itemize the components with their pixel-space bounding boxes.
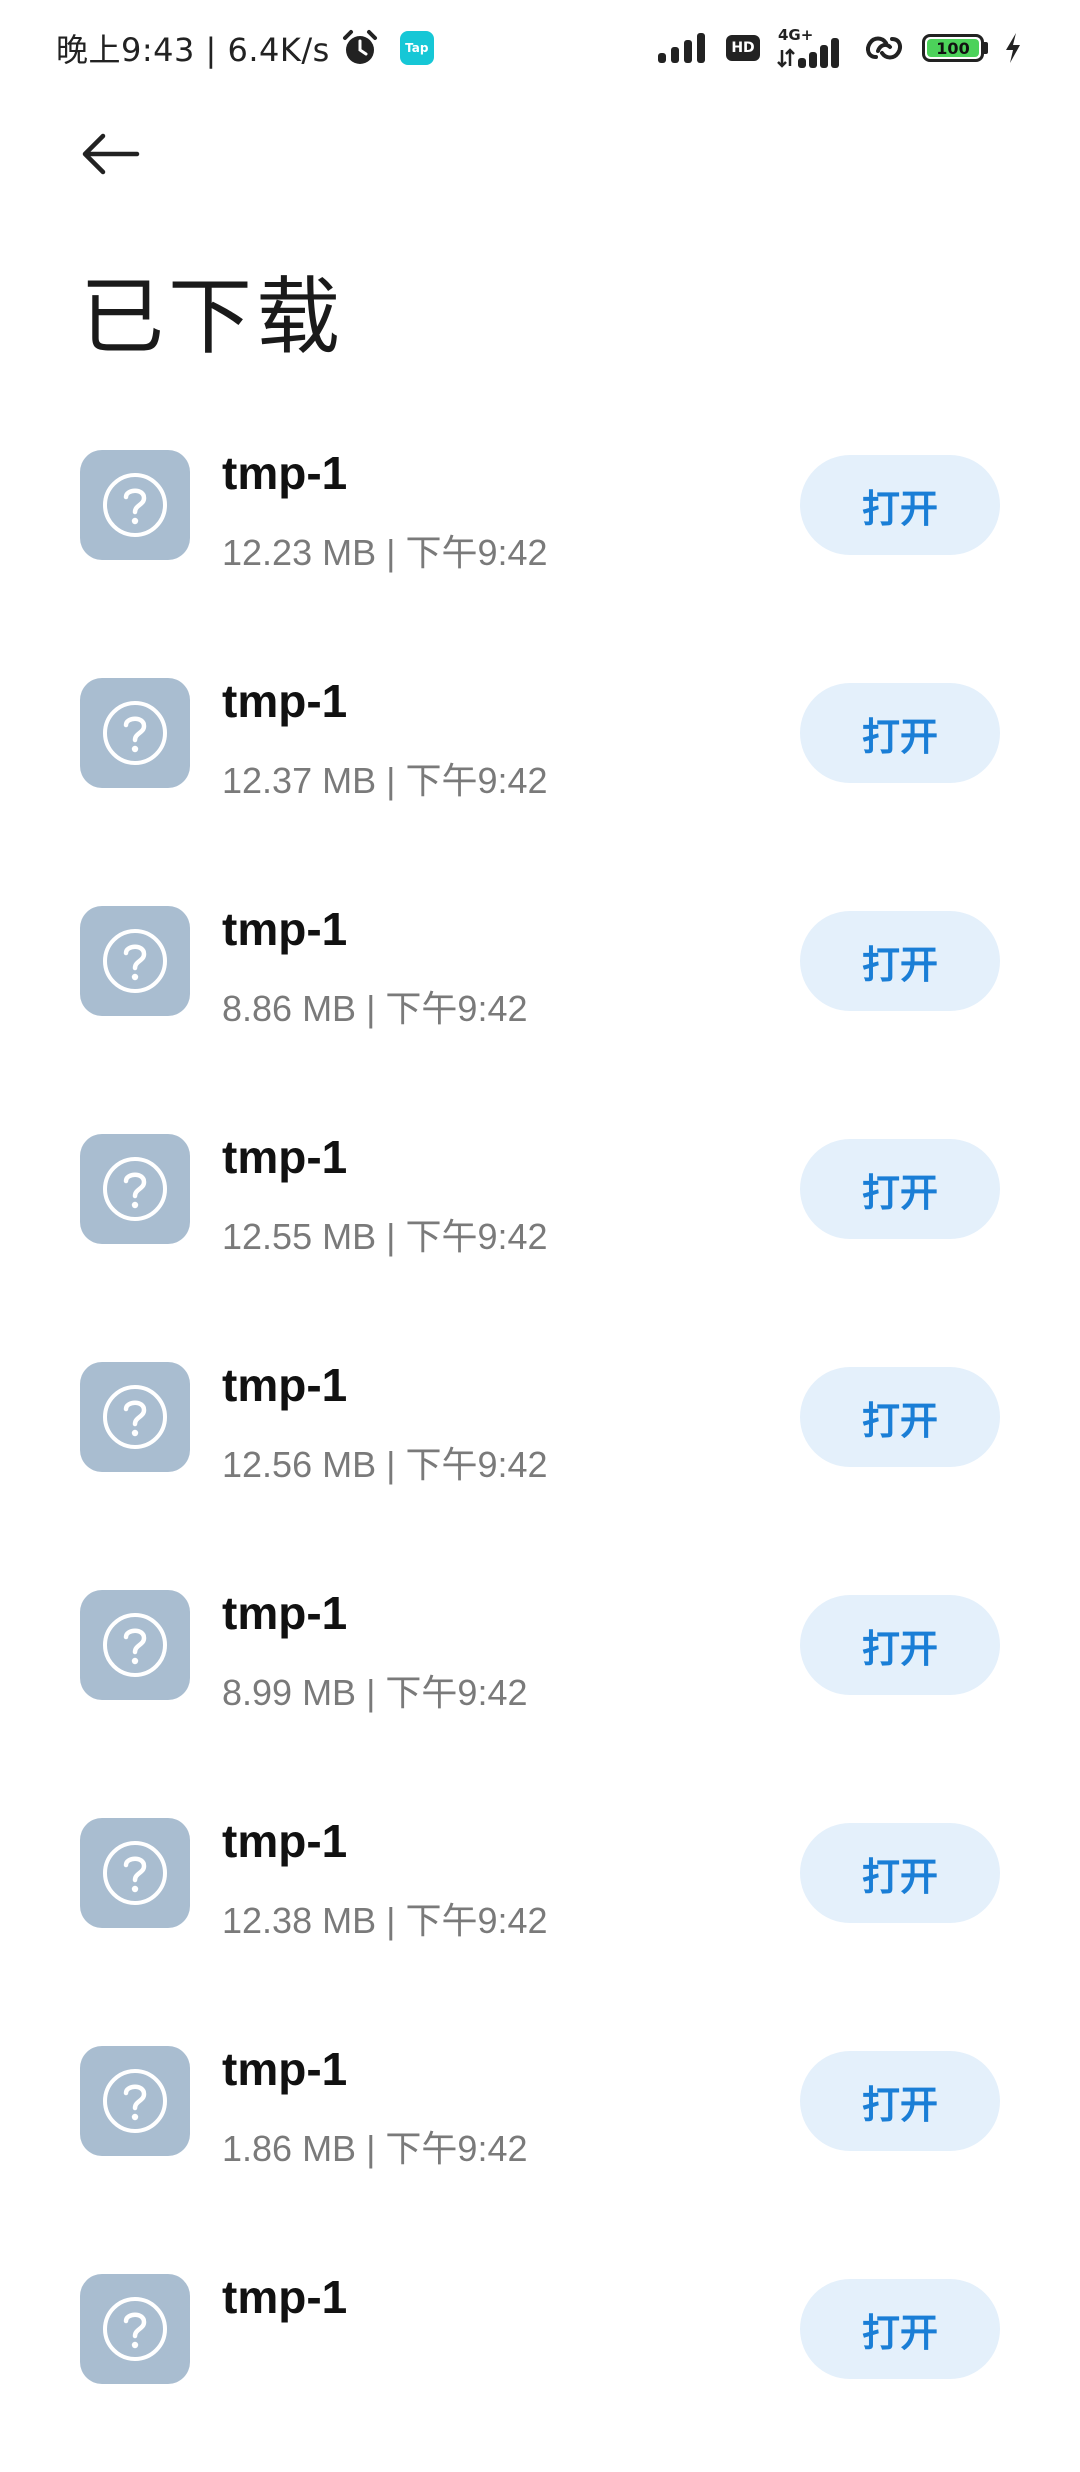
network-label: 4G+ bbox=[778, 26, 814, 44]
download-list: tmp-1 12.23 MB | 下午9:42 打开 tmp-1 12.37 M… bbox=[0, 420, 1080, 2472]
file-name: tmp-1 bbox=[222, 1587, 348, 1639]
file-name: tmp-1 bbox=[222, 1359, 348, 1411]
alarm-icon bbox=[340, 28, 380, 68]
back-arrow-icon bbox=[79, 132, 141, 180]
unknown-file-icon bbox=[80, 2274, 190, 2384]
file-name: tmp-1 bbox=[222, 1815, 348, 1867]
file-name: tmp-1 bbox=[222, 1131, 348, 1183]
list-item: tmp-1 8.99 MB | 下午9:42 打开 bbox=[0, 1560, 1080, 1788]
open-button[interactable]: 打开 bbox=[800, 2279, 1000, 2379]
list-item: tmp-1 8.86 MB | 下午9:42 打开 bbox=[0, 876, 1080, 1104]
open-button[interactable]: 打开 bbox=[800, 2051, 1000, 2151]
charging-bolt-icon bbox=[1002, 31, 1024, 65]
open-button[interactable]: 打开 bbox=[800, 1595, 1000, 1695]
back-button[interactable] bbox=[70, 120, 150, 192]
unknown-file-icon bbox=[80, 1590, 190, 1700]
open-button[interactable]: 打开 bbox=[800, 1367, 1000, 1467]
list-item: tmp-1 打开 bbox=[0, 2244, 1080, 2472]
tap-app-icon: Tap bbox=[399, 31, 434, 65]
unknown-file-icon bbox=[80, 1134, 190, 1244]
file-meta: 12.37 MB | 下午9:42 bbox=[222, 760, 548, 801]
open-button[interactable]: 打开 bbox=[800, 683, 1000, 783]
unknown-file-icon bbox=[80, 2046, 190, 2156]
list-item: tmp-1 12.23 MB | 下午9:42 打开 bbox=[0, 420, 1080, 648]
battery-level: 100 bbox=[927, 39, 979, 58]
file-meta: 12.38 MB | 下午9:42 bbox=[222, 1900, 548, 1941]
file-name: tmp-1 bbox=[222, 675, 348, 727]
status-time-speed: 晚上9:43 | 6.4K/s bbox=[56, 31, 330, 69]
list-item: tmp-1 12.56 MB | 下午9:42 打开 bbox=[0, 1332, 1080, 1560]
signal-icon bbox=[656, 31, 710, 65]
status-right: HD 4G+ 100 bbox=[656, 26, 1024, 70]
open-button[interactable]: 打开 bbox=[800, 455, 1000, 555]
open-button[interactable]: 打开 bbox=[800, 911, 1000, 1011]
list-item: tmp-1 12.37 MB | 下午9:42 打开 bbox=[0, 648, 1080, 876]
unknown-file-icon bbox=[80, 450, 190, 560]
status-left: 晚上9:43 | 6.4K/s Tap bbox=[56, 25, 434, 71]
file-name: tmp-1 bbox=[222, 2271, 348, 2323]
file-meta: 1.86 MB | 下午9:42 bbox=[222, 2128, 528, 2169]
open-button[interactable]: 打开 bbox=[800, 1823, 1000, 1923]
file-name: tmp-1 bbox=[222, 447, 348, 499]
file-meta: 12.55 MB | 下午9:42 bbox=[222, 1216, 548, 1257]
file-meta: 12.23 MB | 下午9:42 bbox=[222, 532, 548, 573]
file-name: tmp-1 bbox=[222, 2043, 348, 2095]
hd-icon: HD bbox=[726, 35, 760, 61]
open-button[interactable]: 打开 bbox=[800, 1139, 1000, 1239]
unknown-file-icon bbox=[80, 1818, 190, 1928]
file-name: tmp-1 bbox=[222, 903, 348, 955]
status-bar: 晚上9:43 | 6.4K/s Tap HD 4G+ 100 bbox=[0, 0, 1080, 96]
battery-icon: 100 bbox=[922, 34, 988, 62]
unknown-file-icon bbox=[80, 906, 190, 1016]
list-item: tmp-1 12.38 MB | 下午9:42 打开 bbox=[0, 1788, 1080, 2016]
page-title: 已下载 bbox=[80, 268, 345, 366]
unknown-file-icon bbox=[80, 1362, 190, 1472]
list-item: tmp-1 1.86 MB | 下午9:42 打开 bbox=[0, 2016, 1080, 2244]
file-meta: 8.86 MB | 下午9:42 bbox=[222, 988, 528, 1029]
4g-signal-icon: 4G+ bbox=[776, 26, 846, 70]
file-meta: 8.99 MB | 下午9:42 bbox=[222, 1672, 528, 1713]
list-item: tmp-1 12.55 MB | 下午9:42 打开 bbox=[0, 1104, 1080, 1332]
unknown-file-icon bbox=[80, 678, 190, 788]
link-icon bbox=[862, 31, 906, 65]
file-meta: 12.56 MB | 下午9:42 bbox=[222, 1444, 548, 1485]
